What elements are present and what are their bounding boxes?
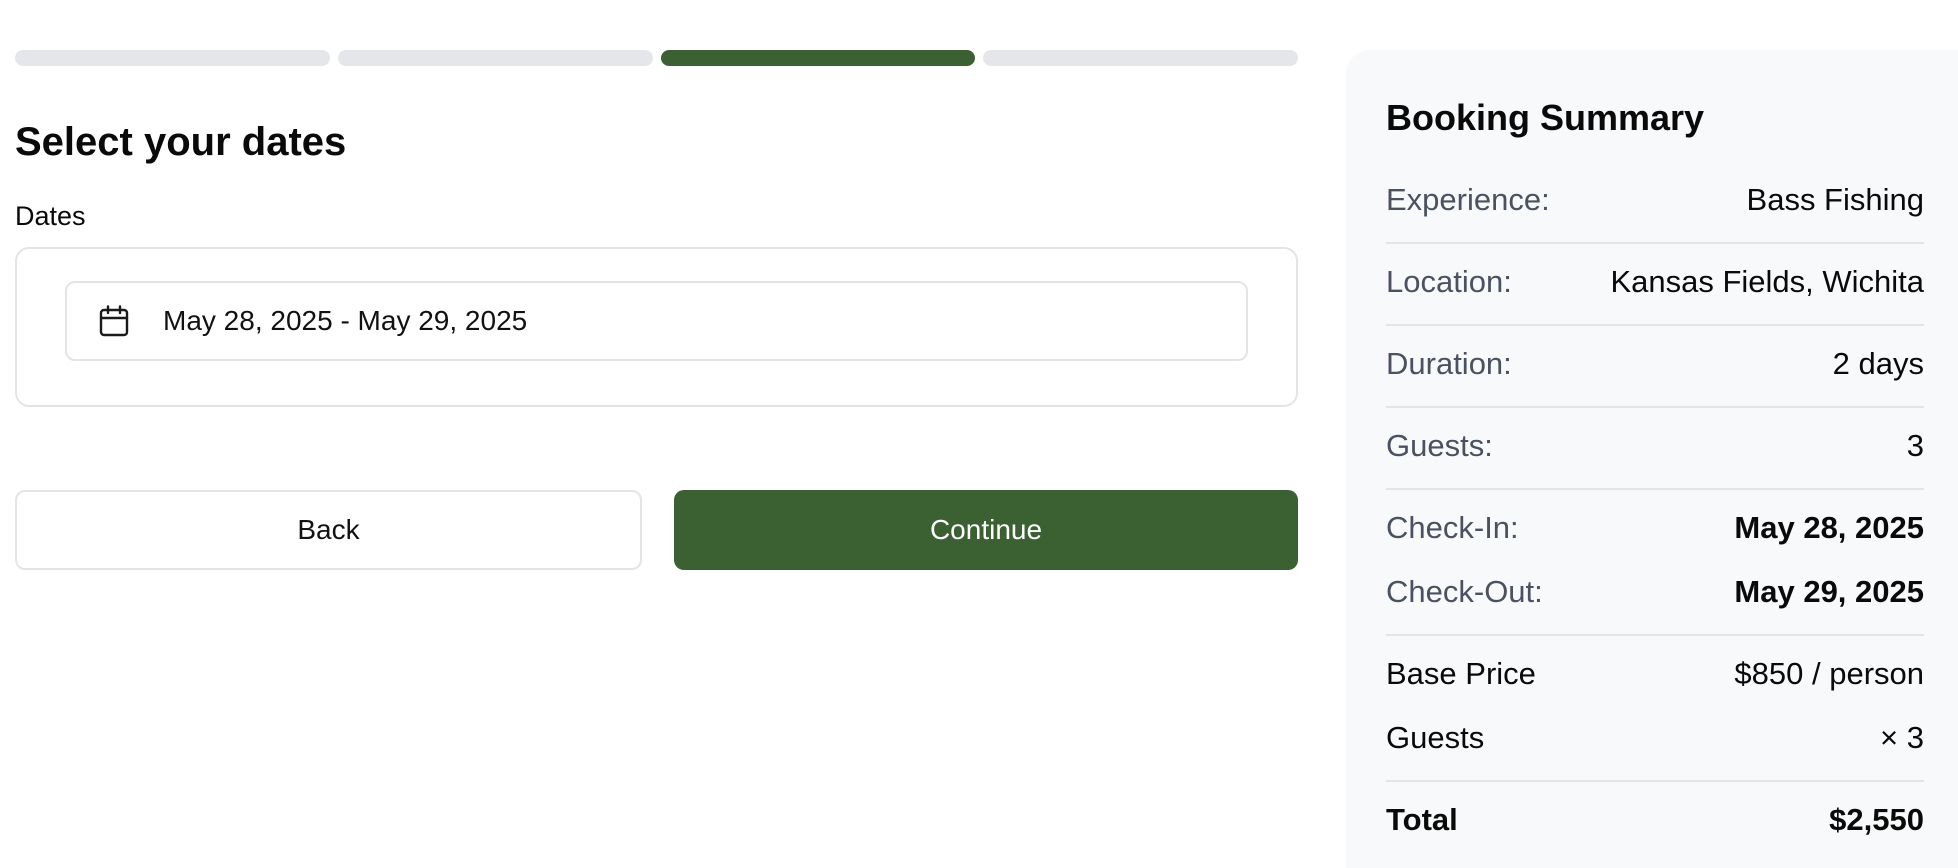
total-label: Total: [1386, 802, 1458, 837]
experience-value: Bass Fishing: [1746, 182, 1924, 217]
dates-field-label: Dates: [15, 201, 86, 231]
progress-step-1: [15, 50, 330, 66]
summary-row-checkout: Check-Out: May 29, 2025: [1386, 572, 1924, 612]
booking-page: Select your dates Dates May 28, 2025 - M…: [0, 0, 1958, 868]
step-progress-bar: [15, 50, 1298, 66]
page-title: Select your dates: [15, 120, 347, 164]
progress-step-3-current: [660, 50, 976, 66]
back-button[interactable]: Back: [15, 490, 642, 570]
calendar-icon: [99, 305, 131, 337]
summary-row-guest-multiplier: Guests × 3: [1386, 718, 1924, 758]
summary-row-guests: Guests: 3: [1386, 426, 1924, 466]
duration-value: 2 days: [1832, 346, 1924, 381]
summary-row-duration: Duration: 2 days: [1386, 344, 1924, 384]
location-value: Kansas Fields, Wichita: [1610, 264, 1924, 299]
duration-label: Duration:: [1386, 346, 1512, 381]
summary-divider: [1386, 324, 1924, 326]
base-price-value: $850 / person: [1734, 656, 1924, 691]
summary-row-base-price: Base Price $850 / person: [1386, 654, 1924, 694]
progress-step-2: [337, 50, 653, 66]
progress-step-4: [983, 50, 1298, 66]
summary-divider: [1386, 242, 1924, 244]
guests-label: Guests:: [1386, 428, 1493, 463]
continue-button[interactable]: Continue: [674, 490, 1298, 570]
base-price-label: Base Price: [1386, 656, 1536, 691]
summary-row-checkin: Check-In: May 28, 2025: [1386, 508, 1924, 548]
checkout-value: May 29, 2025: [1734, 574, 1924, 609]
location-label: Location:: [1386, 264, 1512, 299]
summary-row-location: Location: Kansas Fields, Wichita: [1386, 262, 1924, 302]
guests-multiplier-value: × 3: [1880, 720, 1924, 755]
checkout-label: Check-Out:: [1386, 574, 1543, 609]
summary-divider: [1386, 406, 1924, 408]
checkin-value: May 28, 2025: [1734, 510, 1924, 545]
guests-multiplier-label: Guests: [1386, 720, 1485, 755]
summary-row-experience: Experience: Bass Fishing: [1386, 180, 1924, 220]
total-value: $2,550: [1829, 802, 1924, 837]
summary-divider: [1386, 488, 1924, 490]
guests-value: 3: [1906, 428, 1924, 463]
summary-row-total: Total $2,550: [1386, 800, 1924, 840]
date-range-picker[interactable]: May 28, 2025 - May 29, 2025: [65, 281, 1248, 361]
dates-card: May 28, 2025 - May 29, 2025: [15, 247, 1298, 407]
experience-label: Experience:: [1386, 182, 1550, 217]
booking-summary-panel: Booking Summary Experience: Bass Fishing…: [1346, 50, 1958, 868]
summary-divider: [1386, 780, 1924, 782]
checkin-label: Check-In:: [1386, 510, 1519, 545]
date-range-value: May 28, 2025 - May 29, 2025: [163, 305, 528, 336]
summary-divider: [1386, 634, 1924, 636]
summary-title: Booking Summary: [1386, 97, 1705, 138]
